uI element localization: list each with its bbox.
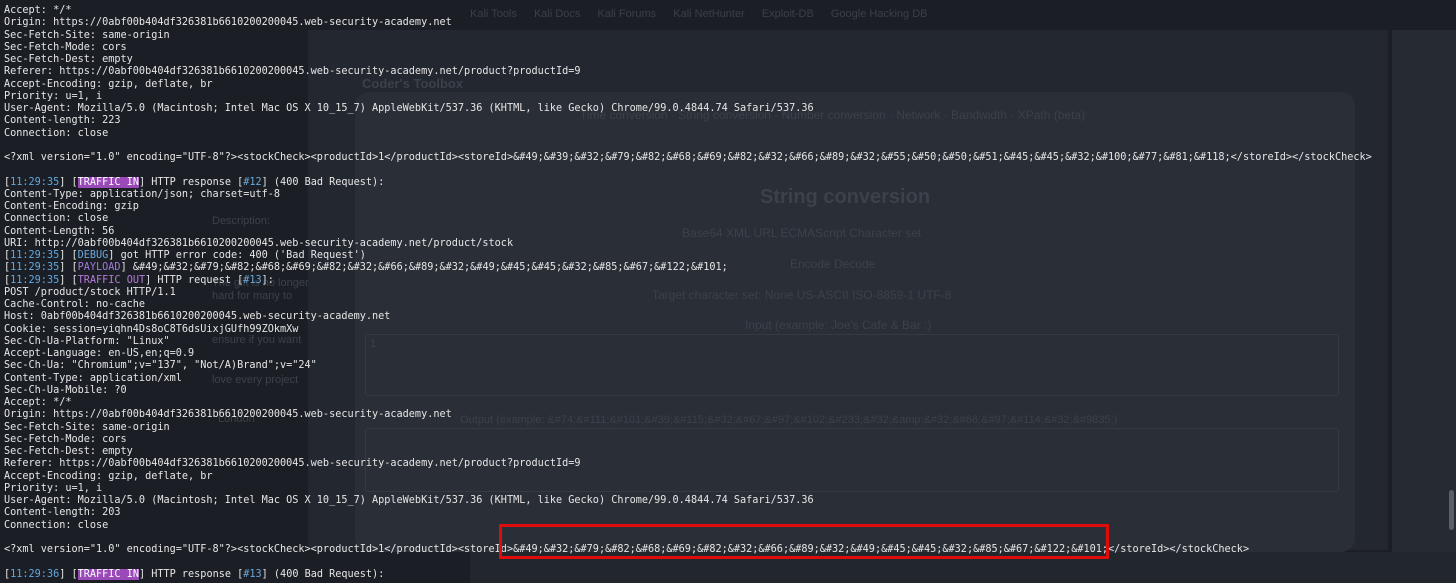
terminal-line: Content-Encoding: gzip <box>4 201 139 212</box>
terminal-line: Accept-Encoding: gzip, deflate, br <box>4 78 213 90</box>
terminal-line: Accept-Language: en-US,en;q=0.9 <box>4 348 195 359</box>
terminal-line: Priority: u=1, i <box>4 482 103 494</box>
traffic-out-tag: TRAFFIC OUT <box>77 274 146 286</box>
timestamp: 11:29:35 <box>10 176 60 188</box>
terminal-line: POST /product/stock HTTP/1.1 <box>4 286 176 298</box>
scrollbar-thumb[interactable] <box>1449 490 1454 530</box>
terminal-line: Content-Type: application/json; charset=… <box>4 188 281 200</box>
terminal-line: Sec-Fetch-Mode: cors <box>4 433 127 445</box>
request-13-status-line: [11:29:35] [TRAFFIC OUT] HTTP request [#… <box>4 274 274 286</box>
terminal-line: Priority: u=1, i <box>4 90 103 102</box>
terminal-line: User-Agent: Mozilla/5.0 (Macintosh; Inte… <box>4 495 814 506</box>
terminal-line: Referer: https://0abf00b404df326381b6610… <box>4 458 581 470</box>
traffic-in-tag: TRAFFIC IN <box>77 176 139 188</box>
terminal-line: URI: http://0abf00b404df326381b661020020… <box>4 237 514 249</box>
response-number: #13 <box>243 568 262 580</box>
terminal-line: Sec-Fetch-Dest: empty <box>4 54 133 65</box>
response-12-headers: Content-Type: application/json; charset=… <box>4 189 1456 250</box>
terminal-line: Origin: https://0abf00b404df326381b66102… <box>4 409 452 421</box>
terminal-line: Cache-Control: no-cache <box>4 299 146 310</box>
terminal-line: Content-Type: application/xml <box>4 372 182 384</box>
terminal-line: Sec-Fetch-Site: same-origin <box>4 29 170 41</box>
terminal-line: Accept: */* <box>4 5 72 16</box>
debug-line: [11:29:35] [DEBUG] got HTTP error code: … <box>4 250 366 261</box>
payload-tag: PAYLOAD <box>77 262 121 274</box>
response-number: #12 <box>243 176 262 188</box>
red-highlight-box <box>499 524 1109 559</box>
timestamp: 11:29:35 <box>10 250 60 261</box>
terminal-line: Sec-Ch-Ua: "Chromium";v="137", "Not/A)Br… <box>4 360 317 372</box>
terminal-line: Content-length: 223 <box>4 115 121 127</box>
terminal-line: Sec-Fetch-Dest: empty <box>4 446 133 457</box>
terminal-line: Origin: https://0abf00b404df326381b66102… <box>4 17 452 29</box>
timestamp: 11:29:36 <box>10 568 60 580</box>
terminal-line: User-Agent: Mozilla/5.0 (Macintosh; Inte… <box>4 103 814 114</box>
xml-payload-line: <?xml version="1.0" encoding="UTF-8"?><s… <box>4 152 1372 163</box>
traffic-in-tag: TRAFFIC IN <box>77 568 139 580</box>
terminal-line: Accept-Encoding: gzip, deflate, br <box>4 470 213 482</box>
terminal-line: Cookie: session=yiqhn4Ds8oC8T6dsUixjGUfh… <box>4 323 299 335</box>
terminal-line: Referer: https://0abf00b404df326381b6610… <box>4 66 581 78</box>
terminal-line: Content-length: 203 <box>4 507 121 519</box>
terminal-line: Connection: close <box>4 213 109 225</box>
debug-tag: DEBUG <box>77 250 109 261</box>
response-13-status-line: [11:29:36] [TRAFFIC IN] HTTP response [#… <box>4 568 385 580</box>
terminal-output[interactable]: Accept: */* Origin: https://0abf00b404df… <box>4 5 1456 581</box>
terminal-line: Sec-Ch-Ua-Platform: "Linux" <box>4 335 170 347</box>
terminal-line: Host: 0abf00b404df326381b6610200200045.w… <box>4 311 391 323</box>
request-number: #13 <box>243 274 262 286</box>
terminal-line: Sec-Fetch-Mode: cors <box>4 41 127 53</box>
timestamp: 11:29:35 <box>10 262 60 274</box>
terminal-line: Connection: close <box>4 127 109 139</box>
timestamp: 11:29:35 <box>10 274 60 286</box>
request-12-headers: Accept: */* Origin: https://0abf00b404df… <box>4 5 1456 177</box>
response-12-status-line: [11:29:35] [TRAFFIC IN] HTTP response [#… <box>4 176 385 188</box>
terminal-line: Content-Length: 56 <box>4 225 115 237</box>
terminal-line: Accept: */* <box>4 397 72 408</box>
payload-line: [11:29:35] [PAYLOAD] &#49;&#32;&#79;&#82… <box>4 262 728 274</box>
terminal-line: Sec-Fetch-Site: same-origin <box>4 421 170 433</box>
terminal-line: Sec-Ch-Ua-Mobile: ?0 <box>4 384 127 396</box>
